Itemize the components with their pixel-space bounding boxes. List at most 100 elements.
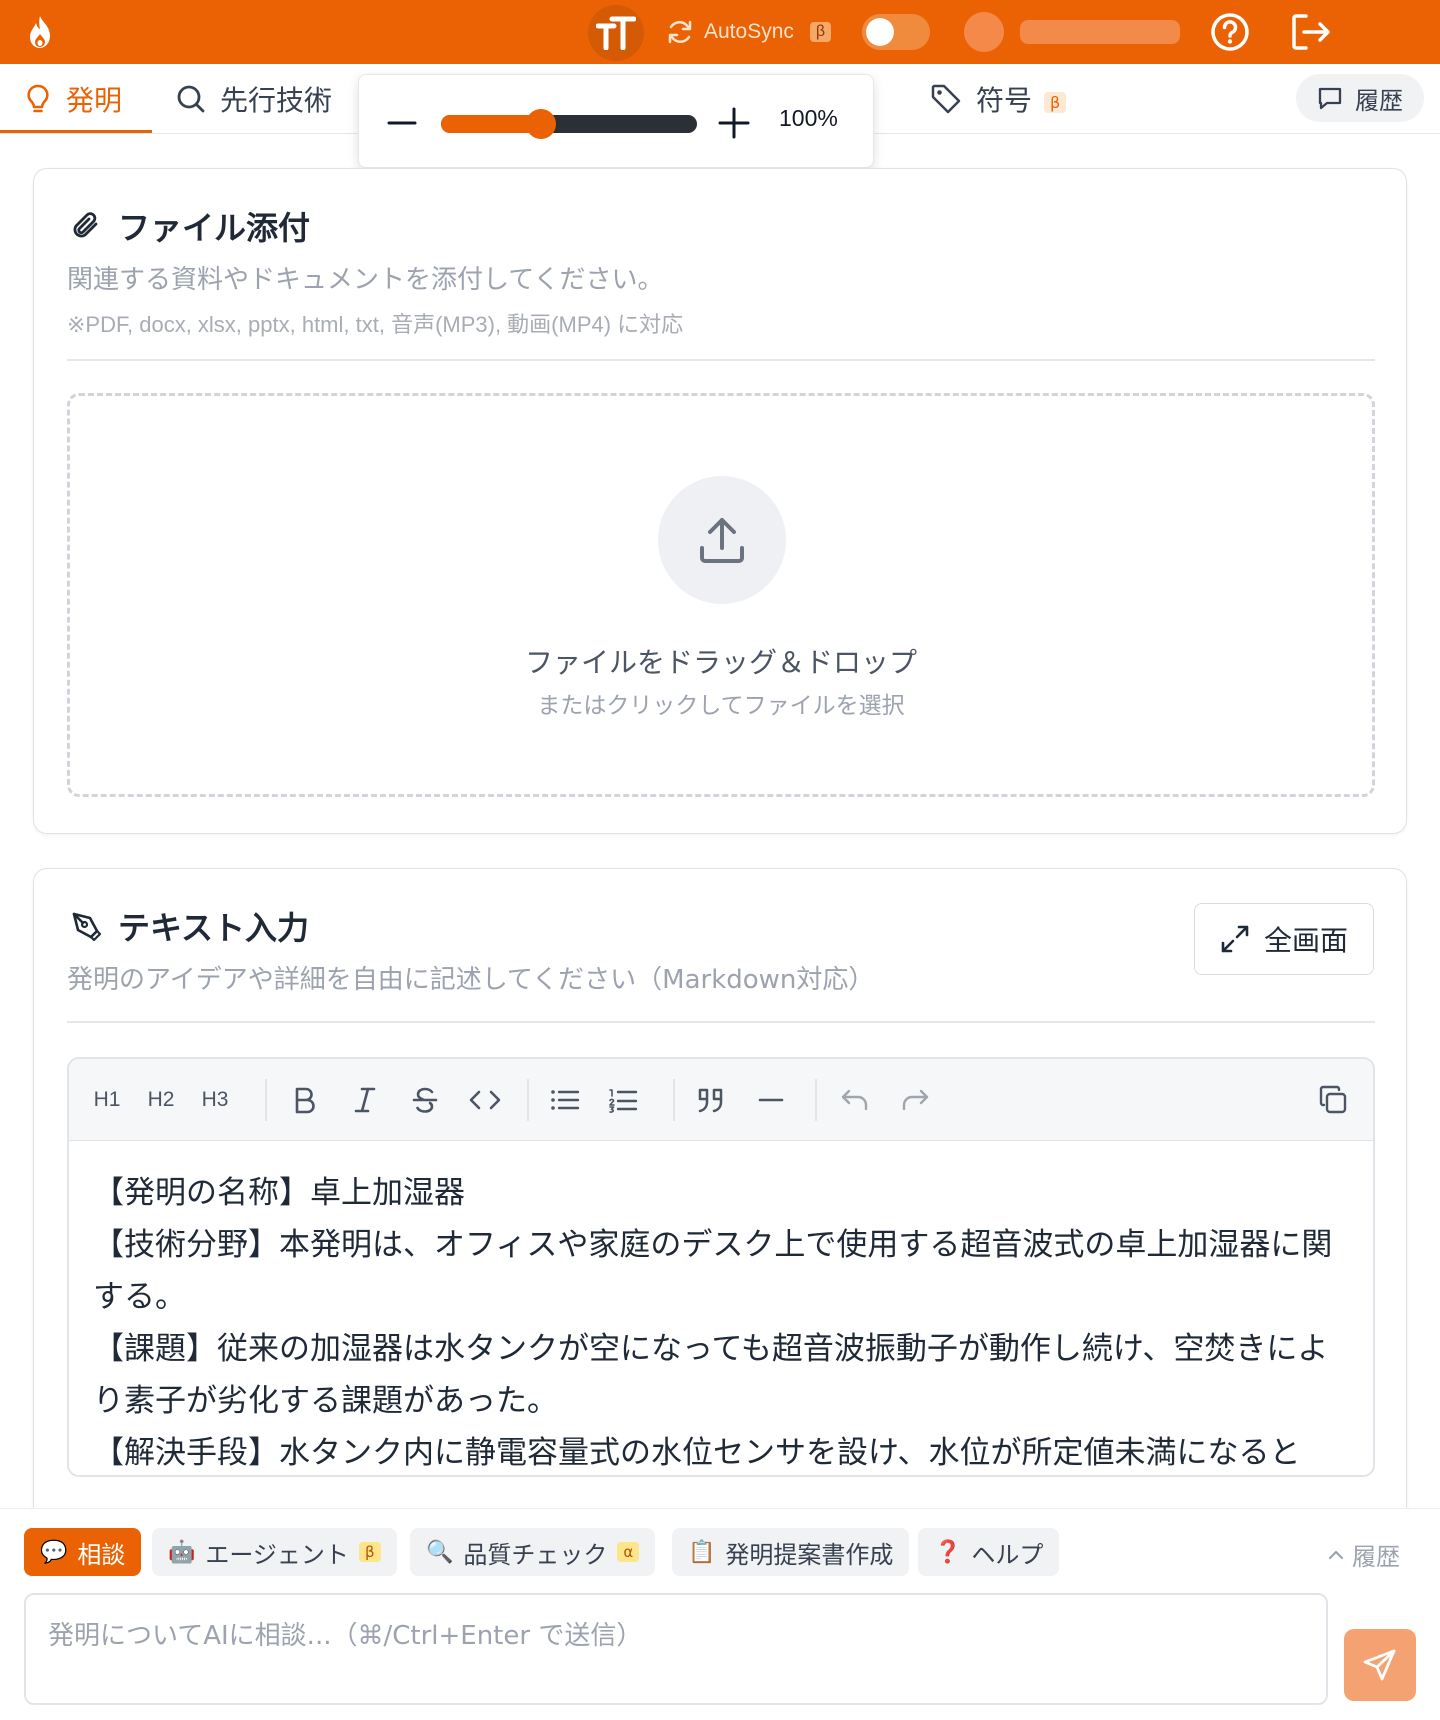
chip-label: ヘルプ	[971, 1540, 1044, 1569]
question-mark-icon: ❓	[934, 1539, 962, 1565]
chip-consult[interactable]: 💬 相談	[24, 1528, 142, 1576]
editor-paragraph: 【技術分野】本発明は、オフィスや家庭のデスク上で使用する超音波式の卓上加湿器に関…	[93, 1227, 1333, 1315]
avatar[interactable]	[964, 12, 1004, 52]
toolbar-separator	[265, 1079, 267, 1121]
toolbar-separator	[673, 1079, 675, 1121]
top-bar: AutoSync β	[0, 0, 1440, 64]
supported-formats-note: ※PDF, docx, xlsx, pptx, html, txt, 音声(MP…	[67, 312, 684, 337]
active-tab-indicator	[0, 130, 152, 133]
bullet-list-icon	[551, 1090, 580, 1110]
italic-button[interactable]	[345, 1080, 385, 1120]
send-button[interactable]	[1344, 1629, 1416, 1701]
zoom-out-button[interactable]	[387, 108, 417, 138]
file-attach-title-row: ファイル添付	[70, 203, 310, 249]
tab-reference-signs[interactable]: 符号 β	[930, 64, 1067, 134]
chip-agent[interactable]: 🤖 エージェント β	[152, 1528, 397, 1576]
chip-label: 相談	[77, 1540, 126, 1569]
logout-icon[interactable]	[1290, 12, 1332, 52]
tab-prior-art[interactable]: 先行技術	[176, 64, 332, 134]
bullet-list-button[interactable]	[545, 1080, 585, 1120]
upload-button[interactable]	[658, 476, 786, 604]
username-placeholder	[1020, 20, 1180, 44]
zoom-value: 100%	[779, 105, 838, 131]
tab-label: 符号	[976, 84, 1033, 117]
chip-help[interactable]: ❓ ヘルプ	[918, 1528, 1060, 1576]
plus-icon	[718, 107, 750, 139]
chip-label: エージェント	[205, 1540, 349, 1569]
zoom-popover: 100%	[358, 74, 874, 168]
horizontal-rule-button[interactable]	[751, 1080, 791, 1120]
autosync-toggle[interactable]	[862, 14, 930, 50]
tab-label: 先行技術	[220, 84, 333, 117]
tab-invention[interactable]: 発明	[24, 64, 122, 134]
help-icon[interactable]	[1210, 12, 1250, 52]
chevron-up-icon	[1328, 1550, 1344, 1559]
chip-label: 品質チェック	[463, 1540, 608, 1569]
pen-nib-icon	[72, 912, 102, 942]
heading1-button[interactable]: H1	[87, 1080, 127, 1120]
font-size-icon	[596, 16, 636, 50]
file-dropzone[interactable]: ファイルをドラッグ＆ドロップ またはクリックしてファイルを選択	[67, 393, 1375, 797]
search-icon	[177, 85, 205, 113]
send-icon	[1363, 1649, 1396, 1681]
dropzone-main-text: ファイルをドラッグ＆ドロップ	[524, 646, 917, 679]
fullscreen-button[interactable]: 全画面	[1194, 903, 1374, 975]
autosync-beta-badge: β	[809, 22, 832, 42]
editor-paragraph: 【解決手段】水タンク内に静電容量式の水位センサを設け、水位が所定値未満になると	[93, 1435, 1301, 1471]
comment-icon	[1318, 87, 1342, 110]
toolbar-separator	[815, 1079, 817, 1121]
heading2-icon: H2	[147, 1088, 175, 1111]
ordered-list-button[interactable]	[603, 1080, 643, 1120]
undo-button[interactable]	[835, 1080, 875, 1120]
strikethrough-button[interactable]	[405, 1080, 445, 1120]
redo-icon	[902, 1089, 929, 1111]
markdown-editor: H1 H2 H3 【発明の名称】卓上加湿器 【技術分野】本発明は、オフィスや家庭…	[67, 1057, 1375, 1477]
italic-icon	[354, 1087, 376, 1113]
font-size-button[interactable]	[588, 5, 644, 61]
ordered-list-icon	[609, 1089, 638, 1113]
copy-button[interactable]	[1313, 1080, 1353, 1120]
heading2-button[interactable]: H2	[141, 1080, 181, 1120]
bold-button[interactable]	[285, 1080, 325, 1120]
heading3-button[interactable]: H3	[195, 1080, 235, 1120]
sync-icon	[668, 20, 692, 44]
tab-label: 発明	[66, 84, 123, 117]
horizontal-rule-icon	[758, 1098, 784, 1102]
zoom-in-button[interactable]	[717, 106, 751, 140]
quote-icon	[698, 1088, 723, 1113]
copy-icon	[1319, 1085, 1347, 1114]
card-title: ファイル添付	[118, 209, 311, 247]
clipboard-icon: 📋	[688, 1539, 716, 1565]
strikethrough-icon	[412, 1087, 438, 1113]
text-input-title-row: テキスト入力	[70, 903, 309, 949]
alpha-badge: α	[617, 1542, 640, 1562]
card-description: 発明のアイデアや詳細を自由に記述してください（Markdown対応）	[67, 965, 875, 995]
toggle-knob	[866, 18, 894, 46]
chat-history-label: 履歴	[1352, 1543, 1400, 1571]
chat-input[interactable]	[24, 1593, 1328, 1705]
chat-history-toggle[interactable]: 履歴	[1328, 1537, 1400, 1572]
chip-label: 発明提案書作成	[725, 1540, 894, 1569]
zoom-slider[interactable]	[441, 109, 697, 139]
editor-content[interactable]: 【発明の名称】卓上加湿器 【技術分野】本発明は、オフィスや家庭のデスク上で使用す…	[93, 1167, 1353, 1475]
editor-paragraph: 【発明の名称】卓上加湿器	[93, 1175, 465, 1211]
redo-button[interactable]	[895, 1080, 935, 1120]
code-button[interactable]	[465, 1080, 505, 1120]
zoom-slider-thumb[interactable]	[526, 109, 556, 139]
card-title: テキスト入力	[118, 909, 310, 947]
card-description: 関連する資料やドキュメントを添付してください。	[67, 265, 664, 295]
editor-paragraph: 【課題】従来の加湿器は水タンクが空になっても超音波振動子が動作し続け、空焚きによ…	[93, 1331, 1329, 1419]
fire-logo-icon[interactable]	[24, 14, 56, 50]
magnifier-icon: 🔍	[426, 1539, 454, 1565]
blockquote-button[interactable]	[691, 1080, 731, 1120]
divider	[67, 1021, 1375, 1023]
history-button[interactable]: 履歴	[1296, 74, 1424, 122]
divider	[67, 359, 1375, 361]
editor-toolbar: H1 H2 H3	[69, 1059, 1373, 1141]
chip-proposal-draft[interactable]: 📋 発明提案書作成	[672, 1528, 910, 1576]
chip-quality-check[interactable]: 🔍 品質チェック α	[410, 1528, 656, 1576]
bold-icon	[295, 1087, 315, 1114]
beta-badge: β	[358, 1542, 381, 1562]
autosync-label: AutoSync	[704, 20, 794, 43]
beta-badge: β	[1044, 91, 1067, 113]
